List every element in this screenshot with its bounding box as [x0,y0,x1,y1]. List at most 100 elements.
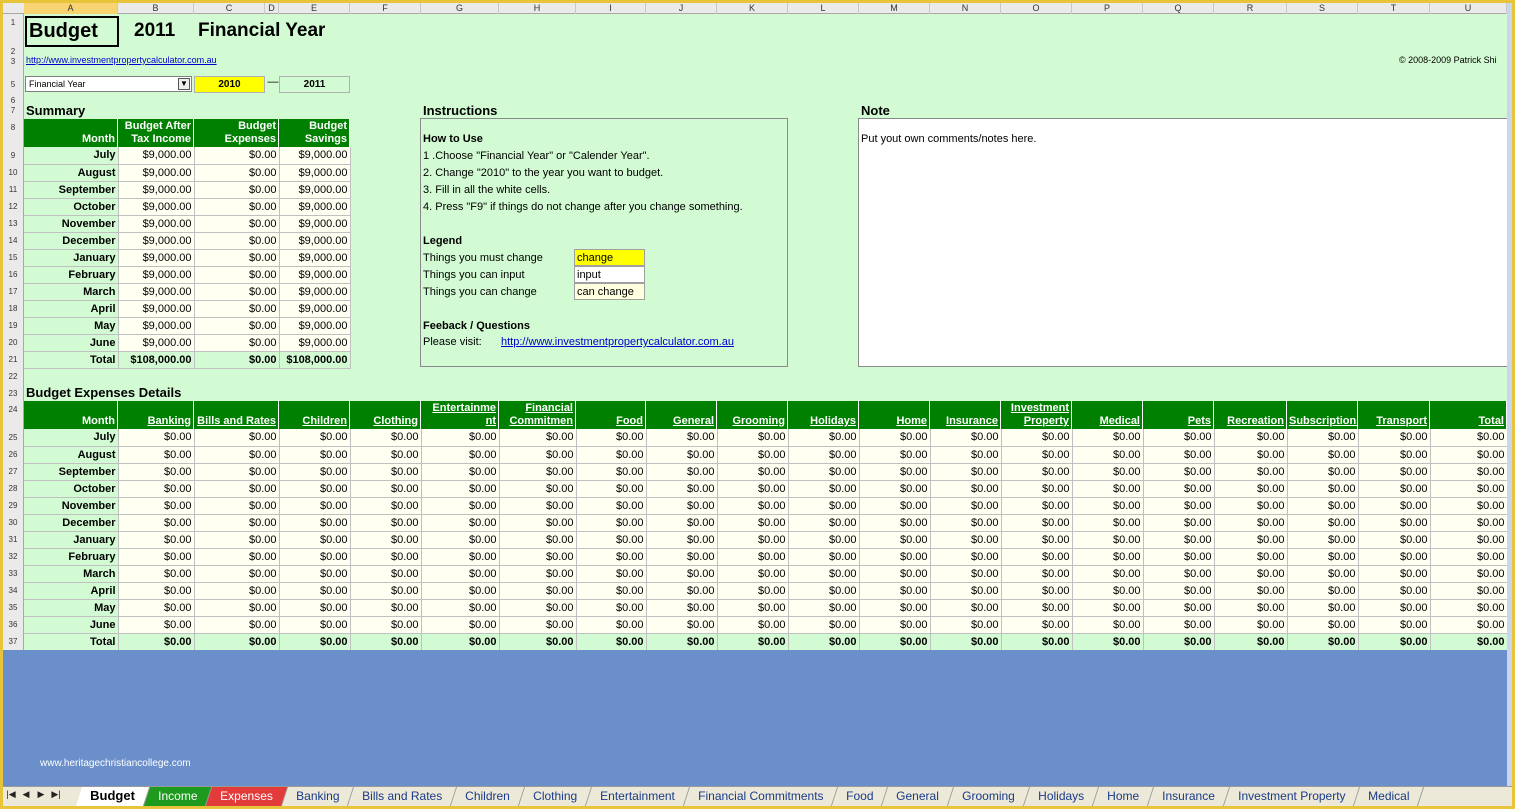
summary-expenses-cell[interactable]: $0.00 [194,232,280,250]
details-value-cell[interactable]: $0.00 [279,616,351,634]
row-header-9[interactable]: 9 [3,151,23,160]
details-value-cell[interactable]: $0.00 [717,565,789,583]
details-value-cell[interactable]: $0.00 [930,531,1002,549]
details-value-cell[interactable]: $0.00 [1072,582,1144,600]
row-header-26[interactable]: 26 [3,450,23,459]
details-value-cell[interactable]: $0.00 [1287,497,1359,515]
details-value-cell[interactable]: $0.00 [421,548,500,566]
details-value-cell[interactable]: $0.00 [1214,497,1288,515]
row-header-30[interactable]: 30 [3,518,23,527]
details-value-cell[interactable]: $0.00 [118,531,195,549]
details-value-cell[interactable]: $0.00 [646,446,718,464]
feedback-link[interactable]: http://www.investmentpropertycalculator.… [501,336,734,348]
column-header-u[interactable]: U [1430,3,1507,14]
details-value-cell[interactable]: $0.00 [1287,429,1359,447]
column-header-o[interactable]: O [1001,3,1072,14]
row-header-25[interactable]: 25 [3,433,23,442]
details-value-cell[interactable]: $0.00 [194,531,280,549]
details-value-cell[interactable]: $0.00 [930,565,1002,583]
sheet-tab-general[interactable]: General [882,787,955,806]
summary-savings-cell[interactable]: $9,000.00 [279,164,351,182]
details-value-cell[interactable]: $0.00 [859,582,931,600]
details-value-cell[interactable]: $0.00 [421,480,500,498]
details-value-cell[interactable]: $0.00 [1358,582,1431,600]
column-header-i[interactable]: I [576,3,646,14]
details-value-cell[interactable]: $0.00 [421,616,500,634]
sheet-tab-clothing[interactable]: Clothing [518,787,593,806]
details-value-cell[interactable]: $0.00 [1001,514,1073,532]
details-value-cell[interactable]: $0.00 [717,582,789,600]
row-header-14[interactable]: 14 [3,236,23,245]
details-value-cell[interactable]: $0.00 [1072,429,1144,447]
details-value-cell[interactable]: $0.00 [279,429,351,447]
column-header-h[interactable]: H [499,3,576,14]
details-value-cell[interactable]: $0.00 [1287,599,1359,617]
details-value-cell[interactable]: $0.00 [788,497,860,515]
sheet-tab-financial-commitments[interactable]: Financial Commitments [683,787,839,806]
details-value-cell[interactable]: $0.00 [499,429,577,447]
details-value-cell[interactable]: $0.00 [421,531,500,549]
details-value-cell[interactable]: $0.00 [499,514,577,532]
details-value-cell[interactable]: $0.00 [788,514,860,532]
details-value-cell[interactable]: $0.00 [1214,480,1288,498]
tab-scroll-button[interactable]: ◀ [20,789,32,800]
details-value-cell[interactable]: $0.00 [788,531,860,549]
row-header-1[interactable]: 1 [3,18,23,27]
details-value-cell[interactable]: $0.00 [194,616,280,634]
summary-expenses-cell[interactable]: $0.00 [194,215,280,233]
details-value-cell[interactable]: $0.00 [421,599,500,617]
summary-month-cell[interactable]: June [24,334,119,352]
details-value-cell[interactable]: $0.00 [1072,599,1144,617]
details-value-cell[interactable]: $0.00 [1143,548,1215,566]
details-value-cell[interactable]: $0.00 [788,429,860,447]
details-value-cell[interactable]: $0.00 [1214,531,1288,549]
summary-income-cell[interactable]: $9,000.00 [118,181,195,199]
summary-expenses-cell[interactable]: $0.00 [194,300,280,318]
details-value-cell[interactable]: $0.00 [1214,463,1288,481]
details-value-cell[interactable]: $0.00 [1072,548,1144,566]
summary-savings-cell[interactable]: $9,000.00 [279,215,351,233]
website-link[interactable]: http://www.investmentpropertycalculator.… [26,55,217,65]
summary-month-cell[interactable]: January [24,249,119,267]
summary-savings-cell[interactable]: $108,000.00 [279,351,351,369]
sheet-tab-expenses[interactable]: Expenses [206,787,288,806]
column-header-j[interactable]: J [646,3,717,14]
details-value-cell[interactable]: $0.00 [499,480,577,498]
row-header-22[interactable]: 22 [3,372,23,381]
details-value-cell[interactable]: $0.00 [1287,548,1359,566]
details-value-cell[interactable]: $0.00 [1358,463,1431,481]
details-value-cell[interactable]: $0.00 [1430,599,1507,617]
column-header-q[interactable]: Q [1143,3,1214,14]
details-value-cell[interactable]: $0.00 [1358,429,1431,447]
summary-expenses-cell[interactable]: $0.00 [194,164,280,182]
details-value-cell[interactable]: $0.00 [118,514,195,532]
details-value-cell[interactable]: $0.00 [279,514,351,532]
summary-income-cell[interactable]: $9,000.00 [118,300,195,318]
summary-savings-cell[interactable]: $9,000.00 [279,334,351,352]
details-value-cell[interactable]: $0.00 [118,599,195,617]
details-value-cell[interactable]: $0.00 [1358,565,1431,583]
details-value-cell[interactable]: $0.00 [1287,582,1359,600]
row-header-15[interactable]: 15 [3,253,23,262]
row-header-36[interactable]: 36 [3,620,23,629]
details-value-cell[interactable]: $0.00 [1430,565,1507,583]
details-value-cell[interactable]: $0.00 [499,633,577,650]
summary-expenses-cell[interactable]: $0.00 [194,249,280,267]
details-value-cell[interactable]: $0.00 [576,480,647,498]
details-value-cell[interactable]: $0.00 [499,616,577,634]
details-value-cell[interactable]: $0.00 [1072,497,1144,515]
summary-savings-cell[interactable]: $9,000.00 [279,266,351,284]
summary-income-cell[interactable]: $9,000.00 [118,249,195,267]
sheet-tab-bills-and-rates[interactable]: Bills and Rates [348,787,458,806]
details-value-cell[interactable]: $0.00 [499,531,577,549]
details-value-cell[interactable]: $0.00 [1001,582,1073,600]
details-value-cell[interactable]: $0.00 [1143,616,1215,634]
summary-expenses-cell[interactable]: $0.00 [194,351,280,369]
details-value-cell[interactable]: $0.00 [279,565,351,583]
details-value-cell[interactable]: $0.00 [1430,429,1507,447]
summary-month-cell[interactable]: March [24,283,119,301]
details-value-cell[interactable]: $0.00 [788,616,860,634]
details-value-cell[interactable]: $0.00 [576,548,647,566]
details-value-cell[interactable]: $0.00 [717,599,789,617]
row-header-33[interactable]: 33 [3,569,23,578]
